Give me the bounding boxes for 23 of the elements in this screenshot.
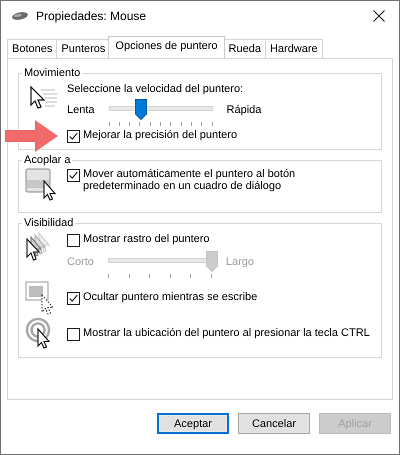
group-title: Visibilidad: [23, 217, 74, 229]
slider-max-label: Rápida: [226, 103, 262, 116]
window-title: Propiedades: Mouse: [36, 9, 148, 23]
tab[interactable]: Opciones de puntero: [108, 36, 225, 58]
checkbox-label[interactable]: Mostrar rastro del puntero: [83, 233, 210, 245]
group-title: Movimiento: [23, 67, 82, 79]
close-icon[interactable]: [373, 10, 385, 22]
button-pointer-icon: [25, 168, 59, 202]
mouse-icon: [11, 11, 29, 21]
checkbox-label[interactable]: Mostrar la ubicación del puntero al presionar la tecla CTRL: [83, 327, 370, 339]
checkbox-label[interactable]: Ocultar puntero mientras se escribe: [83, 291, 258, 303]
tab[interactable]: Botones: [7, 39, 58, 58]
slider-max-label: Largo: [226, 255, 254, 268]
dialog-button[interactable]: Cancelar: [238, 413, 310, 434]
group-title: Acoplar a: [23, 154, 72, 166]
dialog-button[interactable]: Aceptar: [157, 413, 229, 434]
checkbox-label[interactable]: Mover automáticamente el puntero al botón predeterminado en un cuadro de diálogo: [83, 168, 313, 192]
checkbox-label[interactable]: Mejorar la precisión del puntero: [83, 129, 238, 141]
tab[interactable]: Hardware: [264, 39, 323, 58]
slider-thumb[interactable]: [134, 99, 147, 120]
slider-min-label: Lenta: [67, 103, 95, 116]
speed-prompt: Seleccione la velocidad del puntero:: [67, 83, 244, 95]
slider-min-label: Corto: [67, 255, 94, 268]
